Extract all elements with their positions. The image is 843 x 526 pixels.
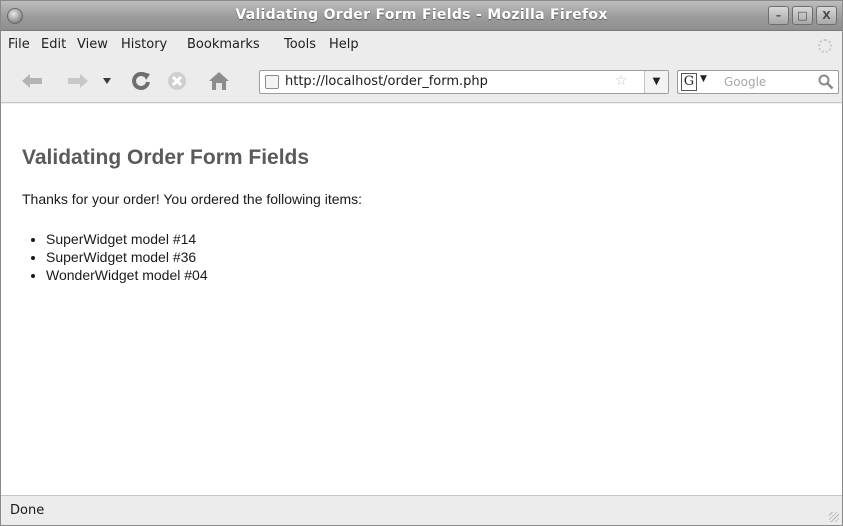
bookmark-star-icon[interactable]: ☆ bbox=[615, 73, 628, 89]
menu-file[interactable]: File bbox=[8, 37, 30, 52]
navigation-toolbar: http://localhost/order_form.php ☆ ▼ G ▼ … bbox=[1, 59, 842, 103]
search-bar[interactable]: G ▼ Google bbox=[677, 70, 839, 94]
minimize-button[interactable]: – bbox=[768, 6, 789, 25]
forward-arrow-icon bbox=[68, 74, 88, 88]
menu-history[interactable]: History bbox=[121, 37, 167, 52]
order-message: Thanks for your order! You ordered the f… bbox=[22, 191, 363, 207]
back-arrow-icon bbox=[22, 74, 42, 88]
menu-bar: File Edit View History Bookmarks Tools H… bbox=[1, 31, 842, 59]
menu-edit[interactable]: Edit bbox=[41, 37, 66, 52]
history-dropdown-icon bbox=[103, 78, 111, 84]
reload-button[interactable] bbox=[129, 69, 153, 93]
ordered-items-list: SuperWidget model #14 SuperWidget model … bbox=[46, 230, 208, 284]
menu-bookmarks[interactable]: Bookmarks bbox=[187, 37, 260, 52]
home-icon bbox=[209, 72, 229, 90]
list-item: SuperWidget model #36 bbox=[46, 248, 208, 266]
history-dropdown-button[interactable] bbox=[101, 69, 113, 93]
stop-button[interactable] bbox=[165, 69, 189, 93]
search-engine-button[interactable]: G bbox=[681, 73, 697, 91]
close-button[interactable]: X bbox=[816, 6, 837, 25]
menu-view[interactable]: View bbox=[77, 37, 108, 52]
maximize-button[interactable]: □ bbox=[792, 6, 813, 25]
back-button[interactable] bbox=[21, 69, 43, 93]
page-heading: Validating Order Form Fields bbox=[22, 146, 310, 169]
home-button[interactable] bbox=[207, 69, 231, 93]
resize-grip[interactable] bbox=[829, 512, 839, 522]
window-title: Validating Order Form Fields - Mozilla F… bbox=[235, 7, 608, 23]
search-engine-dropdown-icon[interactable]: ▼ bbox=[700, 74, 707, 84]
url-bar[interactable]: http://localhost/order_form.php ☆ ▼ bbox=[259, 70, 669, 94]
list-item: SuperWidget model #14 bbox=[46, 230, 208, 248]
menu-tools[interactable]: Tools bbox=[284, 37, 316, 52]
title-bar[interactable]: Validating Order Form Fields - Mozilla F… bbox=[1, 1, 842, 31]
forward-button[interactable] bbox=[67, 69, 89, 93]
reload-icon bbox=[132, 72, 150, 90]
browser-window: Validating Order Form Fields - Mozilla F… bbox=[0, 0, 843, 526]
page-content: Validating Order Form Fields Thanks for … bbox=[1, 104, 842, 495]
throbber-icon bbox=[818, 39, 832, 53]
search-placeholder[interactable]: Google bbox=[724, 75, 766, 89]
list-item: WonderWidget model #04 bbox=[46, 266, 208, 284]
site-identity-icon[interactable] bbox=[265, 75, 279, 89]
url-dropdown-button[interactable]: ▼ bbox=[644, 71, 668, 93]
stop-icon bbox=[168, 72, 186, 90]
search-icon[interactable] bbox=[818, 74, 834, 90]
url-text[interactable]: http://localhost/order_form.php bbox=[285, 74, 488, 89]
menu-help[interactable]: Help bbox=[329, 37, 359, 52]
status-text: Done bbox=[10, 503, 45, 518]
status-bar: Done bbox=[1, 495, 842, 525]
